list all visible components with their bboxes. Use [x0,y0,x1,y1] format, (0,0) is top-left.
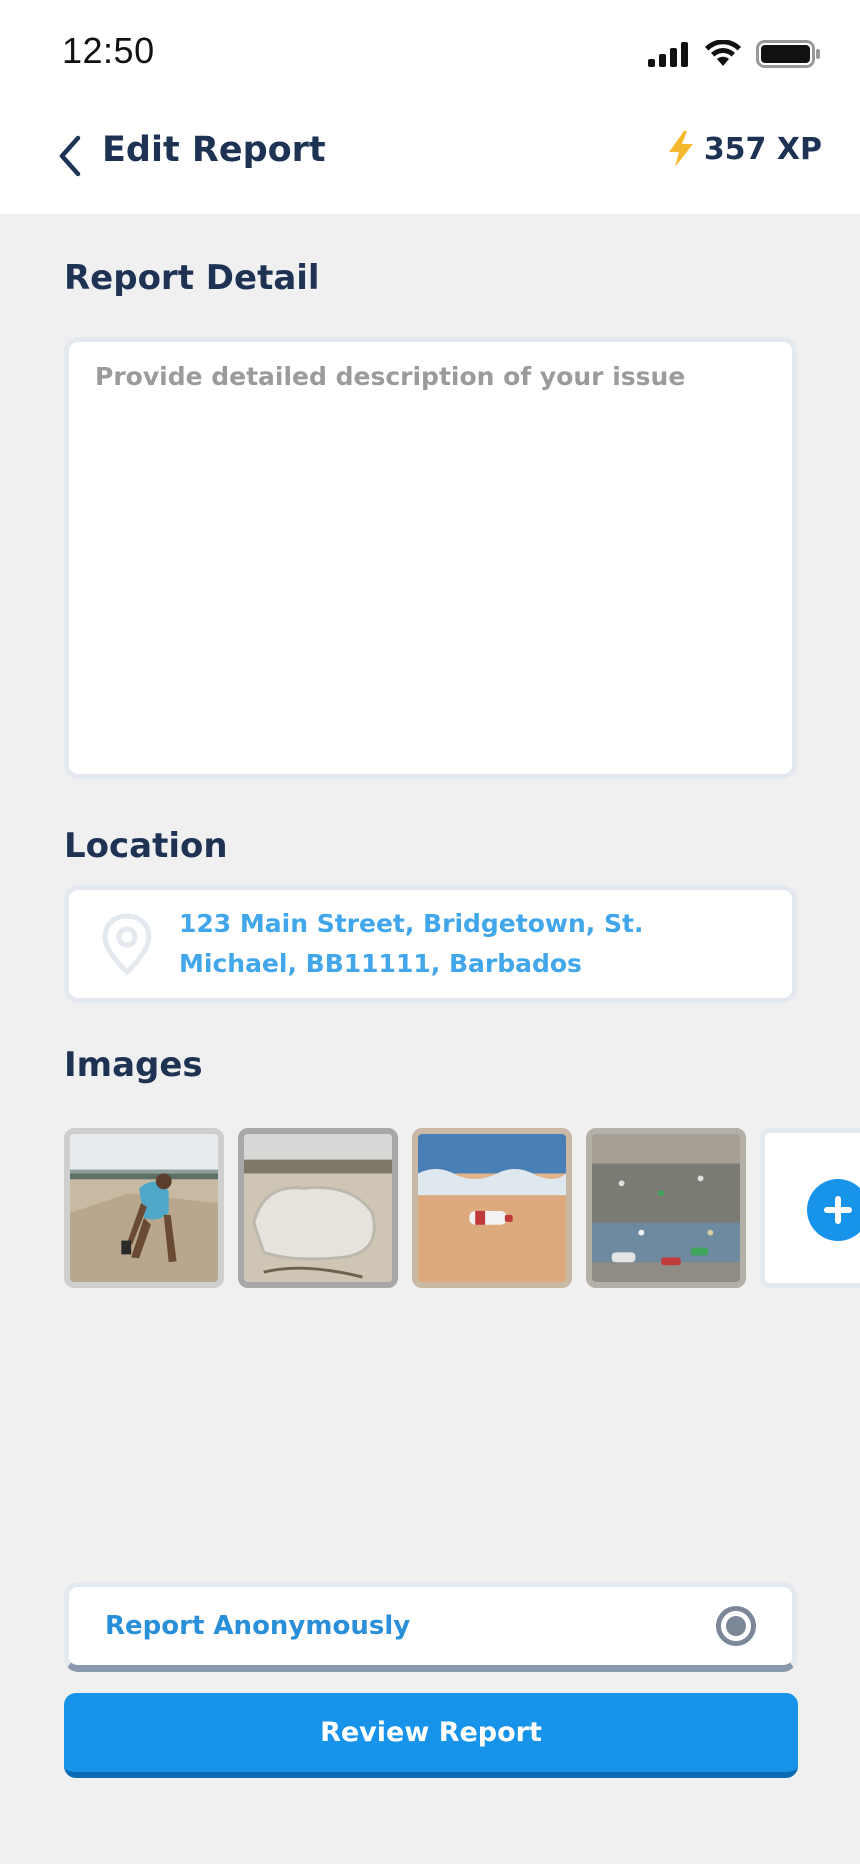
location-label: Location [64,826,228,866]
location-field[interactable]: 123 Main Street, Bridgetown, St. Michael… [64,885,797,1003]
chevron-left-icon [59,135,81,177]
report-anonymously-label: Report Anonymously [105,1611,411,1641]
report-detail-input[interactable] [69,342,792,774]
image-thumbnail-2[interactable] [238,1128,398,1288]
report-anonymously-toggle[interactable]: Report Anonymously [64,1582,797,1672]
back-button[interactable] [50,132,90,180]
add-image-button[interactable] [760,1128,860,1288]
report-detail-field[interactable] [64,337,797,779]
radio-button[interactable] [716,1606,756,1646]
image-thumbnail-4[interactable] [586,1128,746,1288]
location-address: 123 Main Street, Bridgetown, St. Michael… [179,909,644,978]
lightning-bolt-icon [668,131,693,167]
images-row [64,1128,860,1288]
status-icons [648,40,822,68]
radio-selected-dot [726,1616,746,1636]
page-title: Edit Report [102,130,326,170]
images-label: Images [64,1045,203,1085]
review-report-button[interactable]: Review Report [64,1693,798,1778]
xp-badge: 357 XP [666,130,822,168]
status-time: 12:50 [62,30,155,71]
xp-value: 357 XP [703,131,822,167]
report-detail-label: Report Detail [64,258,320,298]
nav-bar: Edit Report 357 XP [0,106,860,214]
plus-icon [807,1179,860,1241]
bottle-on-beach-photo-icon [418,1134,566,1282]
plastic-debris-photo-icon [244,1134,392,1282]
littered-shore-photo-icon [592,1134,740,1282]
status-bar: 12:50 [0,0,860,106]
image-thumbnail-3[interactable] [412,1128,572,1288]
image-thumbnail-1[interactable] [64,1128,224,1288]
location-pin-icon [102,913,152,976]
cellular-signal-icon [648,42,688,67]
wifi-icon [705,40,741,66]
battery-icon [756,40,820,68]
beach-cleanup-photo-icon [70,1134,218,1282]
